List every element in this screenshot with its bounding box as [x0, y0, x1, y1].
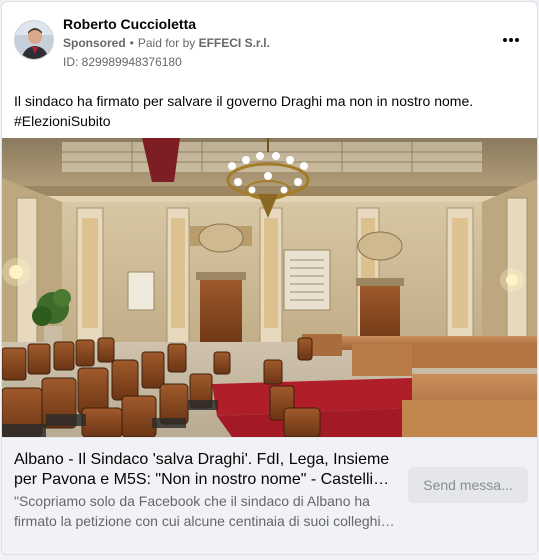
- paid-for-label: Paid for by: [137, 36, 196, 50]
- post-image[interactable]: [2, 138, 537, 437]
- sponsor-meta: Sponsored • Paid for by EFFECI S.r.l.: [63, 36, 270, 50]
- more-horizontal-icon[interactable]: [499, 30, 523, 50]
- payer-name: EFFECI S.r.l.: [198, 36, 270, 50]
- link-title[interactable]: Albano - Il Sindaco 'salva Draghi'. FdI,…: [14, 450, 394, 490]
- hashtag-link[interactable]: #ElezioniSubito: [14, 111, 524, 131]
- author-name[interactable]: Roberto Cuccioletta: [63, 16, 196, 32]
- post-text-line: Il sindaco ha firmato per salvare il gov…: [14, 93, 474, 109]
- send-message-button[interactable]: Send messa...: [408, 467, 528, 503]
- post-message: Il sindaco ha firmato per salvare il gov…: [14, 91, 524, 131]
- ad-id: ID: 829989948376180: [63, 55, 182, 69]
- post-header: Roberto Cuccioletta Sponsored • Paid for b…: [2, 2, 537, 78]
- sponsored-post-card: Roberto Cuccioletta Sponsored • Paid for b…: [1, 1, 538, 555]
- sponsored-label[interactable]: Sponsored: [63, 36, 126, 50]
- link-preview[interactable]: Albano - Il Sindaco 'salva Draghi'. FdI,…: [2, 437, 537, 554]
- author-avatar[interactable]: [14, 20, 54, 60]
- link-description: "Scopriamo solo da Facebook che il sinda…: [14, 493, 381, 529]
- meta-separator: •: [129, 36, 134, 50]
